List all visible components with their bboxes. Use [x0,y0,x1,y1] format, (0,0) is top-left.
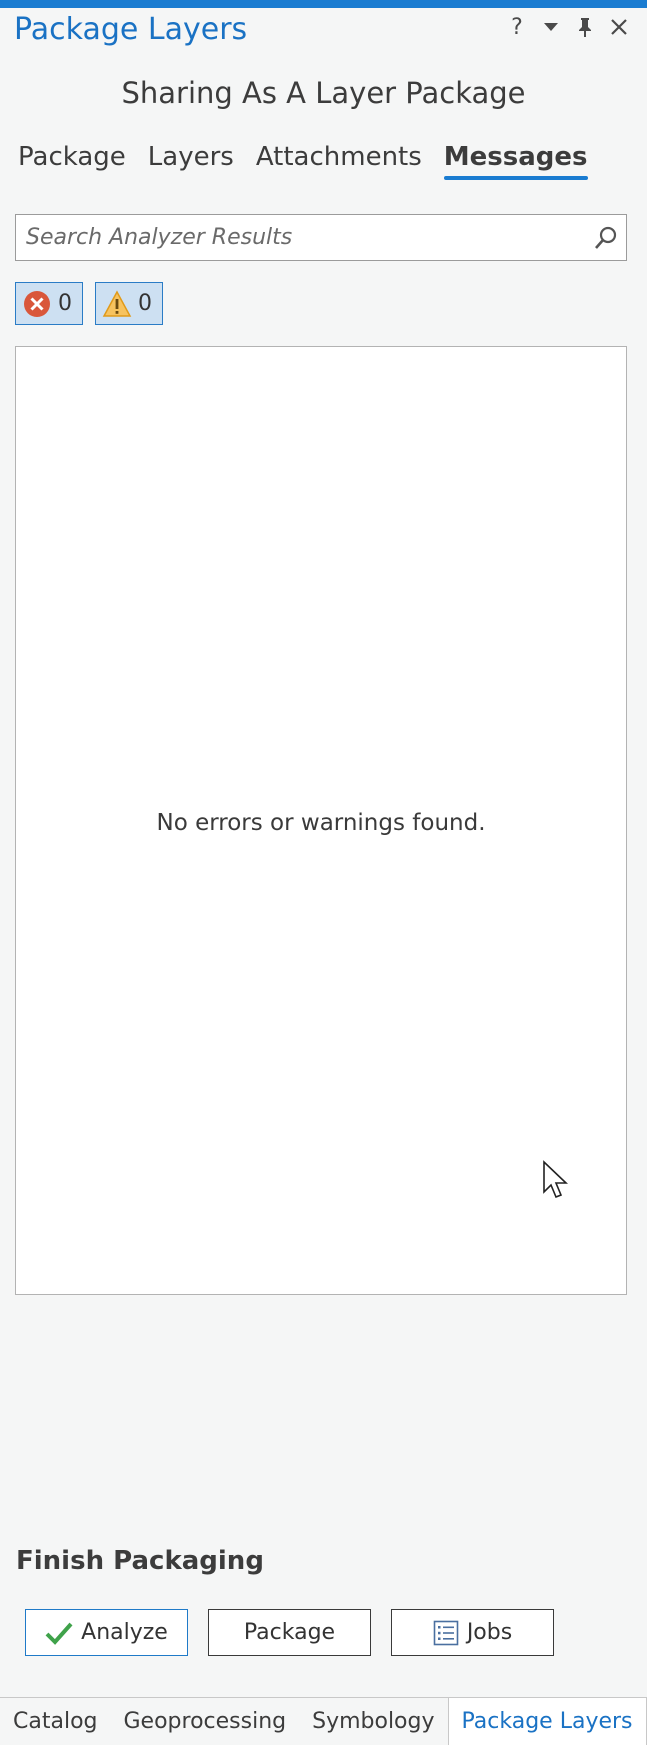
close-icon [611,19,627,35]
finish-packaging-title: Finish Packaging [16,1546,264,1576]
tab-messages[interactable]: Messages [443,142,588,180]
error-icon [24,290,50,317]
list-icon [433,1620,459,1645]
jobs-label: Jobs [466,1620,513,1645]
bottom-tab-symbology[interactable]: Symbology [299,1698,447,1745]
package-button[interactable]: Package [208,1609,371,1656]
package-label: Package [243,1620,336,1645]
bottom-tab-strip: Catalog Geoprocessing Symbology Package … [0,1697,647,1745]
dropdown-button[interactable] [541,14,561,40]
tab-layers[interactable]: Layers [148,142,234,180]
tab-package[interactable]: Package [18,142,126,180]
search-input[interactable] [16,215,586,260]
pin-button[interactable] [575,14,595,40]
chevron-down-icon [544,23,558,31]
search-button[interactable] [586,218,626,258]
help-button[interactable]: ? [507,14,527,40]
checkmark-icon [45,1622,73,1645]
warning-icon [102,289,132,317]
pin-icon [579,18,591,37]
errors-filter-button[interactable]: 0 [15,282,83,325]
warnings-filter-button[interactable]: 0 [95,282,163,325]
empty-results-message: No errors or warnings found. [156,810,486,836]
analyze-button[interactable]: Analyze [25,1609,188,1656]
mouse-cursor-icon [542,1160,570,1204]
tab-strip: Package Layers Attachments Messages [18,142,588,180]
errors-count: 0 [58,291,72,316]
message-filters: 0 0 [15,282,163,325]
finish-actions: Analyze Package Jobs [25,1609,554,1656]
tab-attachments[interactable]: Attachments [256,142,422,180]
bottom-tab-geoprocessing[interactable]: Geoprocessing [111,1698,300,1745]
pane-accent-bar [0,0,647,8]
analyzer-results-panel: No errors or warnings found. [15,346,627,1295]
warnings-count: 0 [138,291,152,316]
search-icon [595,226,617,249]
share-subtitle: Sharing As A Layer Package [121,76,526,110]
close-button[interactable] [609,14,629,40]
pane-title: Package Layers [14,12,248,47]
bottom-tab-package-layers[interactable]: Package Layers [447,1698,647,1745]
pane-window-controls: ? [507,14,629,40]
analyze-label: Analyze [81,1620,168,1645]
jobs-button[interactable]: Jobs [391,1609,554,1656]
bottom-tab-catalog[interactable]: Catalog [0,1698,111,1745]
search-box [15,214,627,261]
